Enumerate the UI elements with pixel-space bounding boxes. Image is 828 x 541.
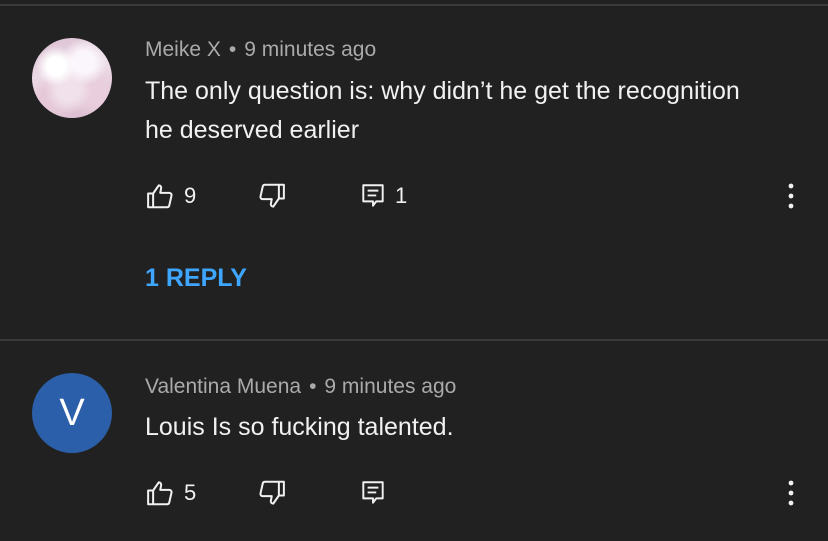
more-vertical-icon <box>788 480 794 506</box>
author-name[interactable]: Valentina Muena <box>145 375 301 398</box>
like-count: 5 <box>184 480 197 505</box>
comment-actions: 9 1 <box>145 180 805 212</box>
comment-text: Louis Is so fucking talented. <box>145 413 454 441</box>
thumbs-up-icon <box>147 184 173 209</box>
thumbs-down-icon <box>259 480 285 505</box>
meta-separator: • <box>309 375 317 398</box>
comment-meta: Meike X • 9 minutes ago <box>145 38 376 62</box>
like-button[interactable]: 5 <box>145 477 196 509</box>
thumbs-down-icon <box>259 183 285 208</box>
like-button[interactable]: 9 <box>145 180 196 212</box>
comment-actions: 5 <box>145 477 805 509</box>
more-vertical-icon <box>788 183 794 209</box>
comment-thread: V Valentina Muena • 9 minutes ago Louis Is… <box>0 341 828 541</box>
meta-separator: • <box>228 38 237 61</box>
author-name[interactable]: Meike X <box>145 38 221 61</box>
comment-meta: Valentina Muena • 9 minutes ago <box>145 375 456 399</box>
comment-time[interactable]: 9 minutes ago <box>244 38 376 61</box>
comment-text: The only question is: why didn’t he get … <box>145 77 740 144</box>
like-count: 9 <box>184 183 197 208</box>
comment-icon <box>362 481 384 504</box>
reply-count: 1 <box>395 183 408 208</box>
reply-button[interactable]: 1 <box>360 180 407 212</box>
comment-thread: Meike X • 9 minutes ago The only question … <box>0 0 828 339</box>
more-options-button[interactable] <box>785 180 797 212</box>
author-avatar[interactable]: V <box>32 373 112 453</box>
author-avatar[interactable] <box>32 38 112 118</box>
dislike-button[interactable] <box>257 477 287 509</box>
comment-icon <box>362 184 384 207</box>
reply-button[interactable] <box>360 477 386 509</box>
view-replies-link[interactable]: 1 REPLY <box>145 264 247 293</box>
more-options-button[interactable] <box>785 477 797 509</box>
thumbs-up-icon <box>147 481 173 506</box>
comment-time[interactable]: 9 minutes ago <box>324 375 456 398</box>
dislike-button[interactable] <box>257 180 287 212</box>
